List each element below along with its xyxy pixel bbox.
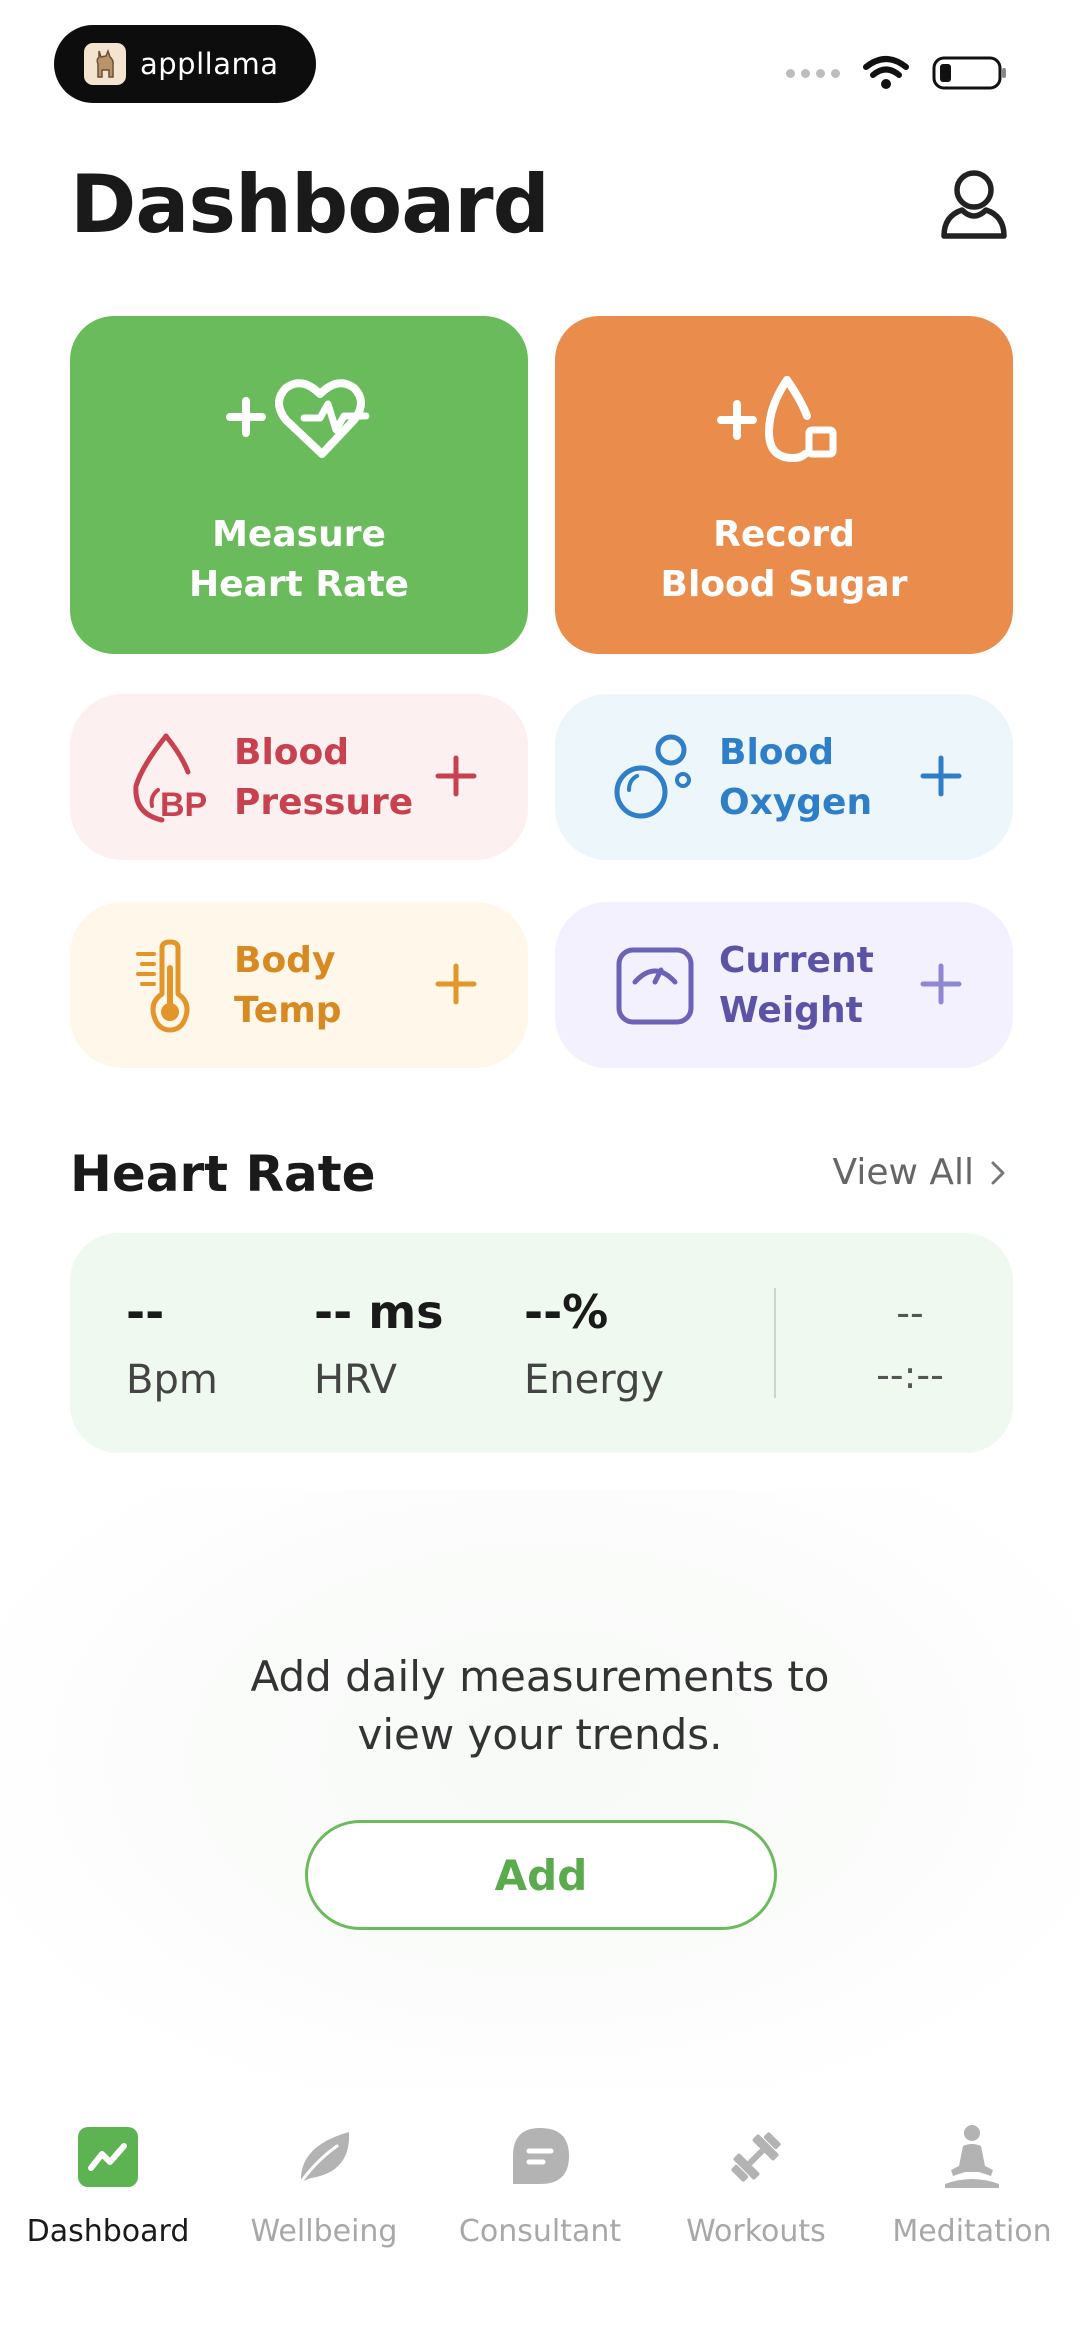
bubbles-icon — [614, 734, 691, 819]
energy-metric: --% Energy — [524, 1285, 664, 1403]
heart-rate-section-title: Heart Rate — [70, 1145, 376, 1203]
record-blood-sugar-label: Record Blood Sugar — [660, 514, 908, 605]
chat-icon — [507, 2124, 573, 2190]
bpm-metric: -- Bpm — [126, 1285, 218, 1403]
tab-label: Meditation — [892, 2214, 1052, 2249]
bpm-value: -- — [126, 1285, 165, 1339]
view-all-link[interactable]: View All — [832, 1152, 1006, 1193]
llama-logo-icon — [84, 43, 126, 85]
hrv-metric: -- ms HRV — [314, 1285, 444, 1403]
energy-value: --% — [524, 1285, 609, 1339]
energy-label: Energy — [524, 1357, 665, 1403]
tab-label: Wellbeing — [250, 2214, 398, 2249]
blood-oxygen-label: Blood Oxygen — [719, 732, 873, 823]
bottom-tab-bar: Dashboard Wellbeing Consultant Workouts … — [0, 2100, 1080, 2337]
tab-label: Consultant — [458, 2214, 622, 2249]
add-body-temp-icon[interactable] — [428, 956, 484, 1012]
last-reading-time: --:-- — [876, 1353, 944, 1397]
tab-meditation[interactable]: Meditation — [864, 2124, 1080, 2249]
tab-consultant[interactable]: Consultant — [432, 2124, 648, 2249]
blood-drop-bp-icon: BP — [133, 733, 207, 824]
blood-pressure-label: Blood Pressure — [234, 732, 414, 823]
add-blood-sugar-icon — [717, 376, 837, 463]
tab-dashboard[interactable]: Dashboard — [0, 2124, 216, 2249]
thermometer-icon — [136, 939, 190, 1033]
app-badge: appllama — [54, 25, 316, 103]
add-heart-rate-icon — [226, 379, 370, 458]
scale-icon — [616, 947, 694, 1025]
wifi-icon — [863, 56, 909, 89]
svg-text:BP: BP — [160, 786, 207, 824]
dashboard-icon — [75, 2124, 141, 2190]
current-weight-card[interactable]: Current Weight — [555, 902, 1013, 1068]
empty-state-message: Add daily measurements to view your tren… — [250, 1652, 830, 1759]
hrv-value: -- ms — [314, 1285, 444, 1339]
body-temp-card[interactable]: Body Temp — [70, 902, 528, 1068]
divider — [774, 1288, 776, 1398]
empty-state-background — [0, 1490, 1080, 2090]
tab-wellbeing[interactable]: Wellbeing — [216, 2124, 432, 2249]
add-blood-pressure-icon[interactable] — [428, 748, 484, 804]
brand-name: appllama — [140, 47, 279, 81]
add-blood-oxygen-icon[interactable] — [913, 748, 969, 804]
hrv-label: HRV — [314, 1357, 398, 1403]
meditation-icon — [939, 2124, 1005, 2190]
signal-icon — [786, 68, 840, 78]
measure-heart-rate-button[interactable]: Measure Heart Rate — [70, 316, 528, 654]
bpm-label: Bpm — [126, 1357, 218, 1403]
battery-icon — [932, 56, 1006, 90]
tab-label: Workouts — [686, 2214, 826, 2249]
dumbbell-icon — [723, 2124, 789, 2190]
record-blood-sugar-button[interactable]: Record Blood Sugar — [555, 316, 1013, 654]
chevron-right-icon — [991, 1161, 1005, 1184]
leaf-icon — [291, 2124, 357, 2190]
tab-label: Dashboard — [26, 2214, 190, 2249]
add-current-weight-icon[interactable] — [913, 956, 969, 1012]
blood-oxygen-card[interactable]: Blood Oxygen — [555, 694, 1013, 860]
add-measurement-button[interactable]: Add — [305, 1820, 777, 1930]
blood-pressure-card[interactable]: BP Blood Pressure — [70, 694, 528, 860]
last-reading-value: -- — [896, 1291, 924, 1335]
measure-heart-rate-label: Measure Heart Rate — [189, 514, 409, 605]
user-icon — [941, 170, 1007, 239]
status-icons — [786, 55, 1008, 91]
page-title: Dashboard — [70, 158, 550, 251]
view-all-label: View All — [832, 1152, 974, 1193]
tab-workouts[interactable]: Workouts — [648, 2124, 864, 2249]
profile-button[interactable] — [938, 166, 1010, 244]
current-weight-label: Current Weight — [719, 940, 874, 1031]
body-temp-label: Body Temp — [234, 940, 342, 1031]
heart-rate-summary-card[interactable]: -- Bpm -- ms HRV --% Energy -- --:-- — [70, 1233, 1013, 1453]
